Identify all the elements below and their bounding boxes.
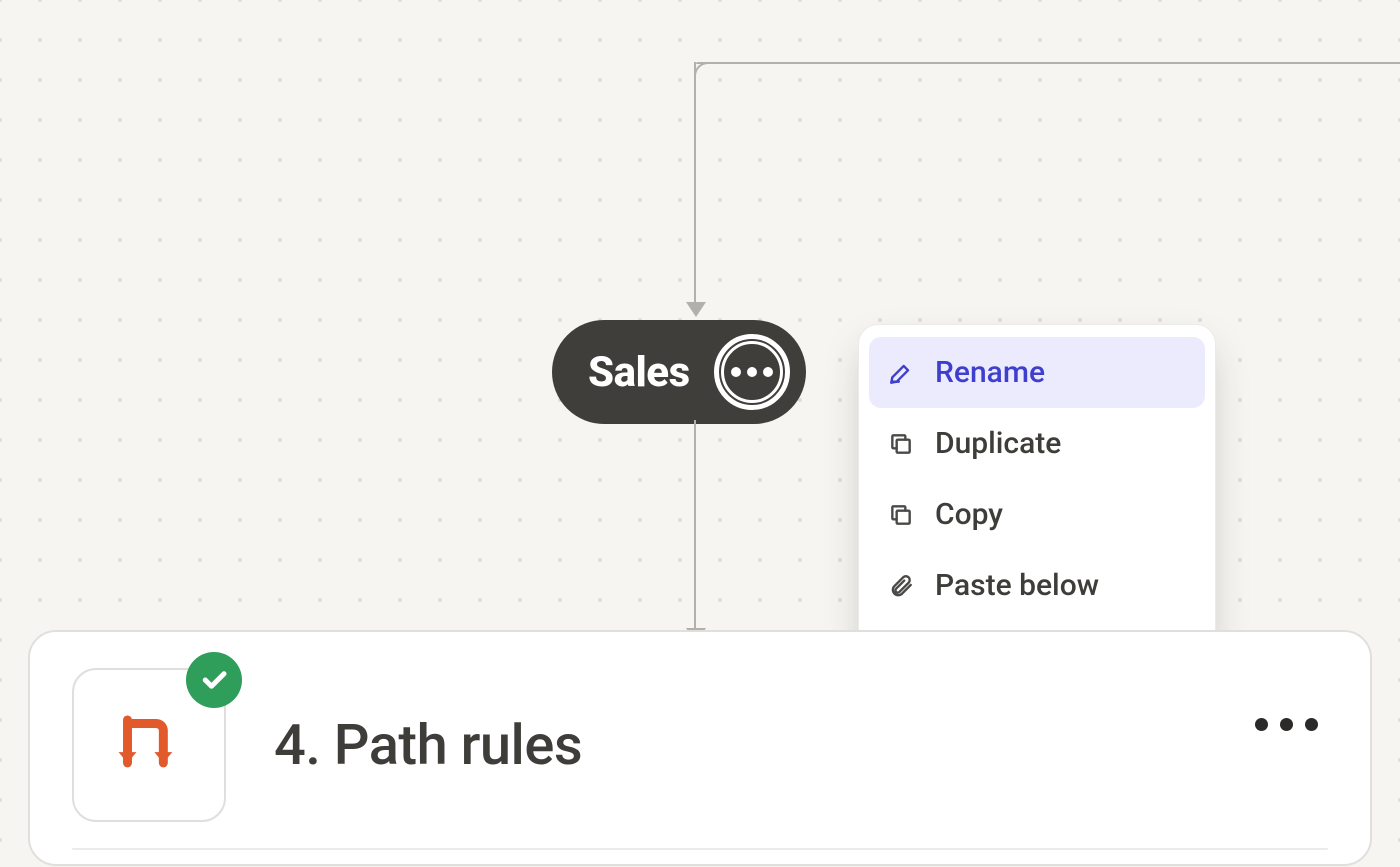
connector-corner <box>694 62 714 82</box>
connector-line <box>696 62 1400 64</box>
connector-line <box>694 420 696 628</box>
menu-item-label: Paste below <box>935 568 1099 603</box>
status-badge <box>186 652 242 708</box>
path-rules-icon <box>106 702 192 788</box>
connector-line <box>694 62 696 302</box>
menu-item-paste-below[interactable]: Paste below <box>869 550 1205 621</box>
copy-icon <box>887 501 915 529</box>
menu-item-label: Duplicate <box>935 426 1061 461</box>
path-branch-pill[interactable]: Sales <box>552 320 806 424</box>
step-icon-container <box>72 668 226 822</box>
menu-item-duplicate[interactable]: Duplicate <box>869 408 1205 479</box>
duplicate-icon <box>887 430 915 458</box>
more-icon <box>721 341 783 403</box>
divider <box>72 848 1328 850</box>
rename-icon <box>887 359 915 387</box>
menu-item-copy[interactable]: Copy <box>869 479 1205 550</box>
menu-item-rename[interactable]: Rename <box>869 337 1205 408</box>
check-icon <box>199 665 229 695</box>
step-more-button[interactable] <box>1255 718 1318 731</box>
path-branch-more-button[interactable] <box>714 334 790 410</box>
menu-item-label: Copy <box>935 497 1003 532</box>
step-title: 4. Path rules <box>274 712 582 778</box>
paperclip-icon <box>887 572 915 600</box>
path-branch-label: Sales <box>588 348 690 397</box>
arrow-down-icon <box>686 302 706 317</box>
step-card[interactable]: 4. Path rules <box>28 630 1372 866</box>
menu-item-label: Rename <box>935 355 1045 390</box>
